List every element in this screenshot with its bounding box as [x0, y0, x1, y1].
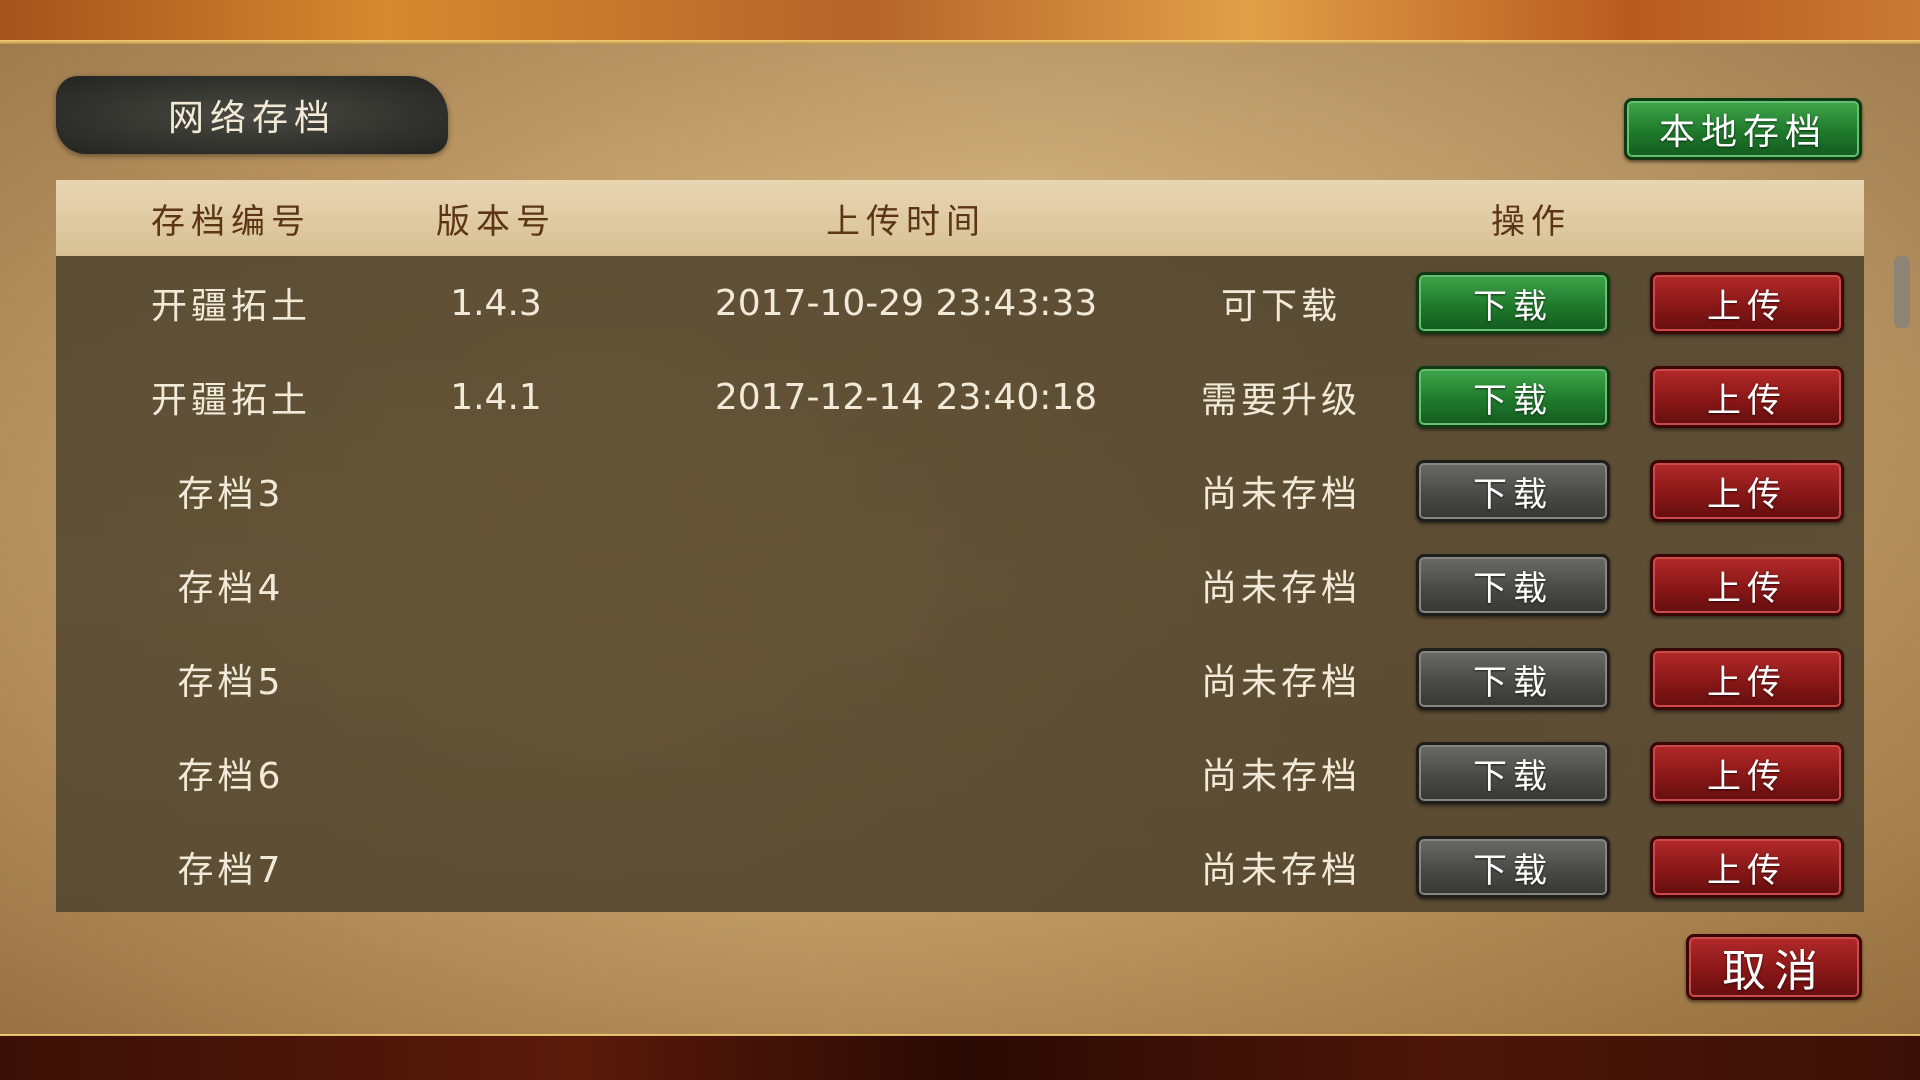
save-status: 尚未存档 — [1200, 568, 1361, 609]
table-row: 存档5 尚未存档 下载 上传 — [56, 632, 1864, 726]
table-row: 开疆拓土 1.4.1 2017-12-14 23:40:18 需要升级 下载 上传 — [56, 350, 1864, 444]
scrollbar-thumb[interactable] — [1894, 256, 1910, 328]
upload-button[interactable]: 上传 — [1650, 648, 1844, 710]
upload-button[interactable]: 上传 — [1650, 554, 1844, 616]
save-status: 需要升级 — [1200, 380, 1361, 421]
save-name: 存档6 — [177, 756, 285, 797]
save-status: 尚未存档 — [1200, 756, 1361, 797]
table-row: 开疆拓土 1.4.3 2017-10-29 23:43:33 可下载 下载 上传 — [56, 256, 1864, 350]
header-action: 操作 — [1491, 201, 1571, 242]
save-upload-time — [616, 632, 1196, 726]
page-title: 网络存档 — [167, 98, 336, 139]
save-list: 开疆拓土 1.4.3 2017-10-29 23:43:33 可下载 下载 上传 开疆拓土 1… — [56, 256, 1910, 914]
save-name: 开疆拓土 — [150, 380, 311, 421]
cancel-button[interactable]: 取消 — [1686, 934, 1862, 1000]
save-upload-time: 2017-10-29 23:43:33 — [714, 282, 1098, 324]
save-upload-time: 2017-12-14 23:40:18 — [714, 376, 1098, 418]
upload-button[interactable]: 上传 — [1650, 742, 1844, 804]
save-version: 1.4.3 — [450, 282, 542, 324]
save-version — [376, 820, 616, 914]
table-row: 存档3 尚未存档 下载 上传 — [56, 444, 1864, 538]
upload-button[interactable]: 上传 — [1650, 836, 1844, 898]
save-upload-time — [616, 820, 1196, 914]
save-name: 存档3 — [177, 474, 285, 515]
save-version — [376, 726, 616, 820]
save-name: 开疆拓土 — [150, 286, 311, 327]
download-button[interactable]: 下载 — [1416, 648, 1610, 710]
table-row: 存档6 尚未存档 下载 上传 — [56, 726, 1864, 820]
bottom-decorative-border — [0, 1036, 1920, 1080]
header-upload-time: 上传时间 — [826, 201, 986, 242]
table-row: 存档4 尚未存档 下载 上传 — [56, 538, 1864, 632]
download-button[interactable]: 下载 — [1416, 836, 1610, 898]
save-upload-time — [616, 444, 1196, 538]
upload-button[interactable]: 上传 — [1650, 272, 1844, 334]
save-version — [376, 632, 616, 726]
header-save-id: 存档编号 — [151, 201, 311, 242]
save-version — [376, 538, 616, 632]
save-status: 尚未存档 — [1200, 662, 1361, 703]
download-button[interactable]: 下载 — [1416, 272, 1610, 334]
page-title-banner: 网络存档 — [56, 76, 448, 154]
save-version: 1.4.1 — [450, 376, 542, 418]
save-status: 可下载 — [1220, 286, 1341, 327]
save-name: 存档5 — [177, 662, 285, 703]
upload-button[interactable]: 上传 — [1650, 460, 1844, 522]
save-name: 存档4 — [177, 568, 285, 609]
download-button[interactable]: 下载 — [1416, 554, 1610, 616]
table-row: 存档7 尚未存档 下载 上传 — [56, 820, 1864, 914]
table-header: 存档编号 版本号 上传时间 操作 — [56, 180, 1864, 256]
download-button[interactable]: 下载 — [1416, 742, 1610, 804]
save-upload-time — [616, 726, 1196, 820]
header-version: 版本号 — [436, 201, 556, 242]
download-button[interactable]: 下载 — [1416, 460, 1610, 522]
upload-button[interactable]: 上传 — [1650, 366, 1844, 428]
save-status: 尚未存档 — [1200, 474, 1361, 515]
save-upload-time — [616, 538, 1196, 632]
top-decorative-border — [0, 0, 1920, 44]
download-button[interactable]: 下载 — [1416, 366, 1610, 428]
save-status: 尚未存档 — [1200, 850, 1361, 891]
save-name: 存档7 — [177, 850, 285, 891]
save-version — [376, 444, 616, 538]
local-save-button[interactable]: 本地存档 — [1624, 98, 1862, 160]
